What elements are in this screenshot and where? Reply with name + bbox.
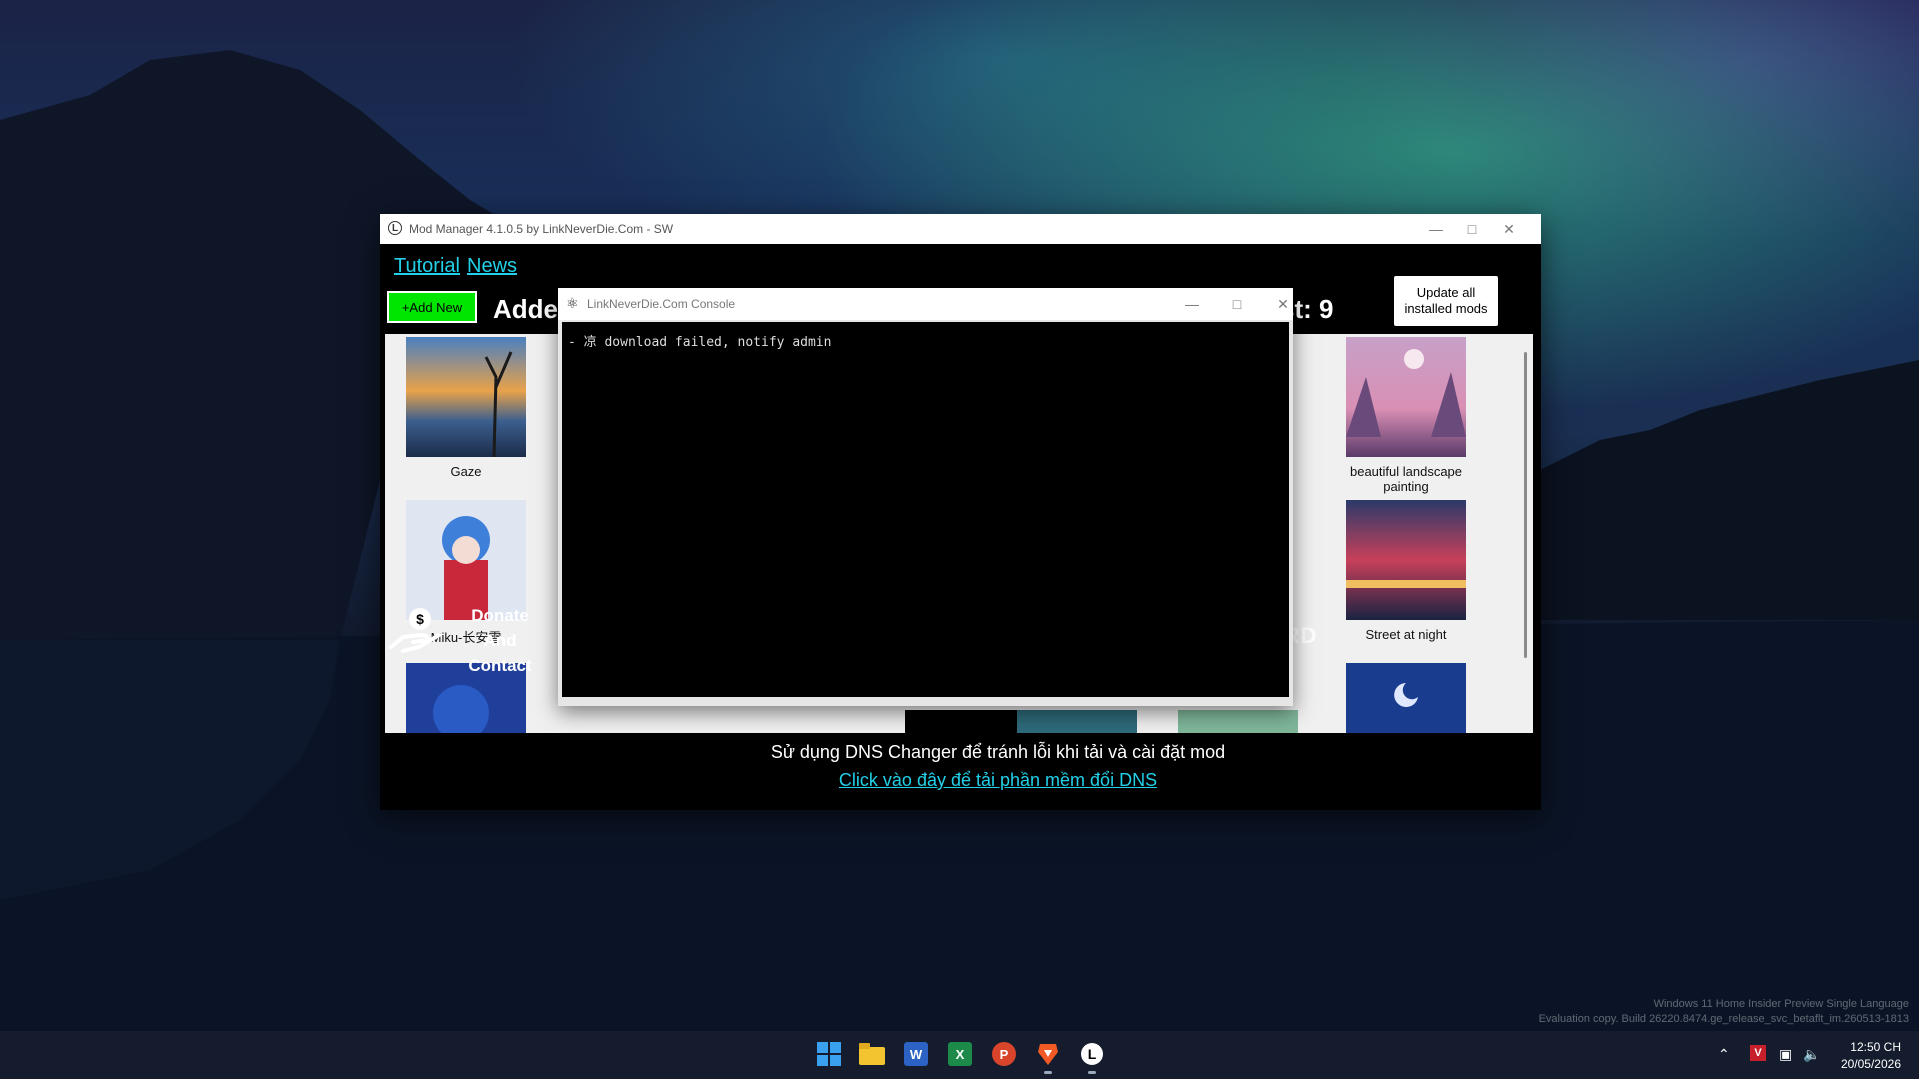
brave-active-indicator [1044, 1071, 1052, 1074]
svg-text:P: P [1000, 1047, 1009, 1062]
system-clock[interactable]: 12:50 CH 20/05/2026 [1841, 1039, 1901, 1073]
svg-text:L: L [1088, 1046, 1097, 1062]
dns-info-text: Sử dụng DNS Changer để tránh lỗi khi tải… [770, 742, 1226, 762]
mod-card[interactable]: Street at night [1343, 500, 1469, 642]
word-icon[interactable]: W [901, 1039, 931, 1069]
mod-name: Street at night [1365, 627, 1447, 642]
console-window: ⚛ LinkNeverDie.Com Console — □ ✕ - 凉 dow… [558, 288, 1293, 706]
windows-start-icon[interactable] [814, 1039, 844, 1069]
add-new-button[interactable]: +Add New [387, 291, 477, 323]
console-output-line: - 凉 download failed, notify admin [568, 335, 832, 350]
mod-thumbnail-partial [1017, 710, 1137, 733]
mod-card[interactable]: Gaze [403, 337, 529, 479]
svg-text:$: $ [416, 611, 424, 627]
window-title: Mod Manager 4.1.0.5 by LinkNeverDie.Com … [409, 222, 674, 236]
donate-contact-label[interactable]: Donate And Contact [452, 603, 548, 678]
title-bar[interactable]: L Mod Manager 4.1.0.5 by LinkNeverDie.Co… [380, 214, 1541, 244]
console-output[interactable]: - 凉 download failed, notify admin [562, 322, 1289, 697]
console-title: LinkNeverDie.Com Console [587, 297, 736, 311]
news-link[interactable]: News [467, 255, 517, 278]
console-minimize-button[interactable]: — [1178, 293, 1206, 315]
mod-name: beautiful landscape painting [1349, 464, 1463, 494]
close-button[interactable]: ✕ [1495, 218, 1523, 240]
brave-icon[interactable] [1033, 1039, 1063, 1069]
powerpoint-icon[interactable]: P [989, 1039, 1019, 1069]
mod-card[interactable]: beautiful landscape painting [1343, 337, 1469, 494]
mod-card[interactable] [1343, 663, 1469, 733]
excel-icon[interactable]: X [945, 1039, 975, 1069]
mod-name: Gaze [450, 464, 482, 479]
mod-thumbnail [406, 337, 526, 458]
mod-manager-active-indicator [1088, 1071, 1096, 1074]
dns-download-link[interactable]: Click vào đây để tải phần mềm đổi DNS [698, 770, 1298, 791]
app-logo-icon: L [388, 221, 402, 235]
donate-line-2: And Contact [468, 631, 532, 675]
mod-thumbnail-partial [905, 710, 1025, 733]
donate-hand-icon[interactable]: $ [389, 607, 441, 653]
svg-text:X: X [956, 1047, 965, 1062]
watermark-line-2: Evaluation copy. Build 26220.8474.ge_rel… [1538, 1013, 1909, 1025]
grid-scrollbar[interactable] [1520, 334, 1532, 733]
mod-manager-icon[interactable]: L [1077, 1039, 1107, 1069]
update-all-button[interactable]: Update all installed mods [1394, 276, 1498, 326]
console-app-icon: ⚛ [566, 295, 579, 311]
svg-text:W: W [910, 1047, 923, 1062]
volume-icon[interactable]: 🔈 [1803, 1046, 1820, 1063]
network-icon[interactable]: ▣ [1779, 1046, 1792, 1063]
scrollbar-thumb[interactable] [1524, 352, 1527, 658]
donate-line-1: Donate [471, 606, 529, 625]
added-heading: Adde [493, 294, 558, 324]
os-watermark: Windows 11 Home Insider Preview Single L… [1539, 997, 1909, 1027]
mod-thumbnail [1346, 337, 1466, 457]
mod-thumbnail-partial [1178, 710, 1298, 733]
console-title-bar[interactable]: ⚛ LinkNeverDie.Com Console — □ ✕ [558, 288, 1293, 320]
minimize-button[interactable]: — [1422, 218, 1450, 240]
mod-thumbnail [1346, 500, 1466, 620]
maximize-button[interactable]: □ [1458, 218, 1486, 240]
chevron-up-icon[interactable]: ⌃ [1718, 1046, 1730, 1063]
clock-date: 20/05/2026 [1840, 1057, 1901, 1071]
console-close-button[interactable]: ✕ [1269, 293, 1297, 315]
tutorial-link[interactable]: Tutorial [394, 255, 460, 278]
watermark-line-1: Windows 11 Home Insider Preview Single L… [1653, 998, 1909, 1010]
mod-thumbnail [1346, 663, 1466, 733]
file-explorer-icon[interactable] [857, 1039, 887, 1069]
clock-time: 12:50 CH [1850, 1040, 1901, 1054]
mod-thumbnail [406, 500, 526, 620]
console-maximize-button[interactable]: □ [1223, 293, 1251, 315]
antivirus-icon[interactable]: V [1750, 1045, 1766, 1061]
